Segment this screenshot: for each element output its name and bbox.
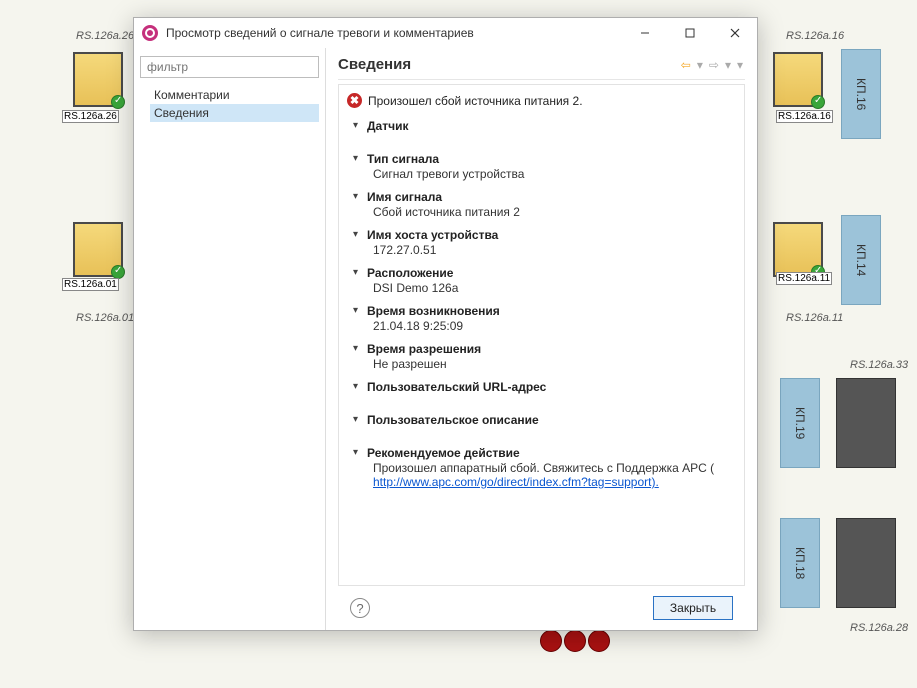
section-heading: Сведения (338, 56, 679, 73)
field-label: Расположение (367, 266, 453, 280)
sidebar: Комментарии Сведения (134, 48, 326, 630)
chevron-down-icon[interactable]: ▾ (353, 304, 363, 318)
gray-block (836, 378, 896, 468)
chevron-down-icon[interactable]: ▾ (353, 190, 363, 204)
bg-label: RS.126a.11 (786, 312, 843, 324)
rack-device (73, 222, 123, 277)
chevron-down-icon[interactable]: ▾ (353, 380, 363, 394)
dropdown-fwd-icon[interactable]: ▾ (723, 58, 733, 72)
kp-block: КП.14 (841, 215, 881, 305)
chevron-down-icon[interactable]: ▾ (353, 152, 363, 166)
filter-input[interactable] (140, 56, 319, 78)
rack-label: RS.126a.26 (62, 110, 119, 123)
titlebar[interactable]: Просмотр сведений о сигнале тревоги и ко… (134, 18, 757, 48)
dropdown-back-icon[interactable]: ▾ (695, 58, 705, 72)
bg-label: RS.126a.28 (850, 622, 908, 634)
field-value: 172.27.0.51 (353, 242, 736, 261)
bg-label: RS.126a.16 (786, 30, 844, 42)
kp-block: КП.18 (780, 518, 820, 608)
chevron-down-icon[interactable]: ▾ (353, 119, 363, 133)
details-panel: ✖ Произошел сбой источника питания 2. ▾ Д… (338, 84, 745, 586)
field-value: Сбой источника питания 2 (353, 204, 736, 223)
rack-device (73, 52, 123, 107)
kp-block: КП.19 (780, 378, 820, 468)
rack-device (773, 52, 823, 107)
field-label: Пользовательский URL-адрес (367, 380, 546, 394)
arrow-back-icon[interactable]: ⇦ (679, 58, 693, 72)
field-value: 21.04.18 9:25:09 (353, 318, 736, 337)
bg-label: RS.126a.26 (76, 30, 134, 42)
window-title: Просмотр сведений о сигнале тревоги и ко… (166, 26, 622, 40)
minimize-button[interactable] (622, 18, 667, 47)
field-label: Имя хоста устройства (367, 228, 498, 242)
kp-block: КП.16 (841, 49, 881, 139)
recommended-text: Произошел аппаратный сбой. Свяжитесь с П… (373, 461, 714, 475)
rack-label: RS.126a.16 (776, 110, 833, 123)
field-label: Время разрешения (367, 342, 481, 356)
field-value: DSI Demo 126a (353, 280, 736, 299)
bg-label: RS.126a.33 (850, 359, 908, 371)
field-label: Пользовательское описание (367, 413, 539, 427)
chevron-down-icon[interactable]: ▾ (353, 446, 363, 460)
alert-message: Произошел сбой источника питания 2. (368, 94, 583, 108)
field-label: Датчик (367, 119, 408, 133)
error-icon: ✖ (347, 93, 362, 108)
close-window-button[interactable] (712, 18, 757, 47)
field-value: Произошел аппаратный сбой. Свяжитесь с П… (353, 460, 736, 493)
arrow-forward-icon[interactable]: ⇨ (707, 58, 721, 72)
field-value: Сигнал тревоги устройства (353, 166, 736, 185)
chevron-down-icon[interactable]: ▾ (353, 413, 363, 427)
help-icon[interactable]: ? (350, 598, 370, 618)
support-link[interactable]: http://www.apc.com/go/direct/index.cfm?t… (373, 475, 659, 489)
rack-label: RS.126a.01 (62, 278, 119, 291)
chevron-down-icon[interactable]: ▾ (353, 342, 363, 356)
alarm-details-dialog: Просмотр сведений о сигнале тревоги и ко… (133, 17, 758, 631)
chevron-down-icon[interactable]: ▾ (353, 266, 363, 280)
rack-device (773, 222, 823, 277)
chevron-down-icon[interactable]: ▾ (353, 228, 363, 242)
sidebar-item-comments[interactable]: Комментарии (150, 86, 319, 104)
field-label: Время возникновения (367, 304, 500, 318)
field-label: Имя сигнала (367, 190, 442, 204)
nav-arrows: ⇦ ▾ ⇨ ▾ ▾ (679, 58, 745, 72)
field-value: Не разрешен (353, 356, 736, 375)
rack-label: RS.126a.11 (776, 272, 832, 285)
maximize-button[interactable] (667, 18, 712, 47)
field-label: Тип сигнала (367, 152, 439, 166)
app-icon (142, 25, 158, 41)
field-label: Рекомендуемое действие (367, 446, 520, 460)
sidebar-item-details[interactable]: Сведения (150, 104, 319, 122)
bg-label: RS.126a.01 (76, 312, 134, 324)
close-button[interactable]: Закрыть (653, 596, 733, 620)
status-dots (540, 630, 610, 652)
dropdown-more-icon[interactable]: ▾ (735, 58, 745, 72)
gray-block (836, 518, 896, 608)
